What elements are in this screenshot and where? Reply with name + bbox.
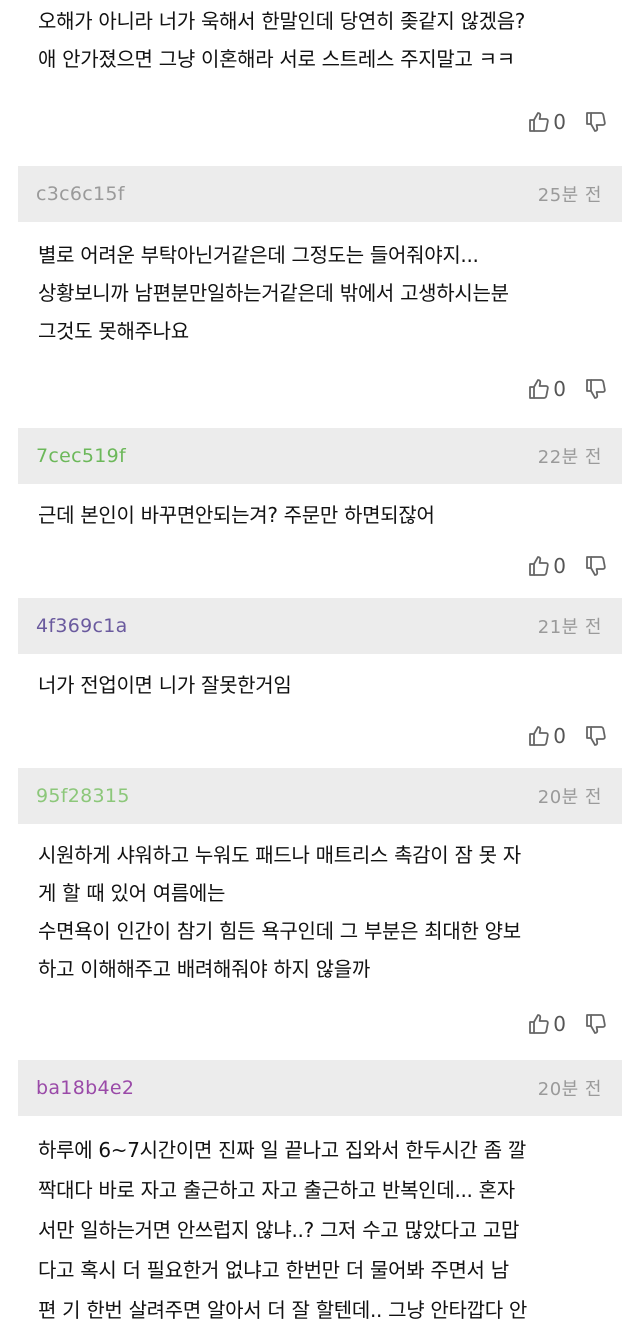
vote-row: 0	[0, 350, 640, 428]
comment-line: 하루에 6~7시간이면 진짜 일 끝나고 집와서 한두시간 좀 깔	[38, 1138, 526, 1162]
comment-line: 서만 일하는거면 안쓰럽지 않냐..? 그저 수고 많았다고 고맙	[38, 1218, 520, 1242]
thumbs-up-icon	[529, 1014, 549, 1034]
comment: 7cec519f 22분 전 근데 본인이 바꾸면안되는겨? 주문만 하면되잖어…	[0, 428, 640, 598]
comment-line: 게 할 때 있어 여름에는	[38, 881, 226, 905]
like-count: 0	[553, 554, 566, 578]
like-button[interactable]: 0	[527, 110, 584, 134]
comment-header: 4f369c1a 21분 전	[18, 598, 622, 654]
user-id: ba18b4e2	[36, 1077, 135, 1099]
comment: c3c6c15f 25분 전 별로 어려운 부탁아닌거같은데 그정도는 들어줘야…	[0, 166, 640, 428]
comment-line: 하고 이해해주고 배려해줘야 하지 않을까	[38, 957, 370, 981]
like-button[interactable]: 0	[527, 724, 584, 748]
comment-line: 다고 혹시 더 필요한거 없냐고 한번만 더 물어봐 주면서 남	[38, 1258, 509, 1282]
thumbs-up-icon	[529, 112, 549, 132]
timestamp: 25분 전	[537, 185, 602, 206]
user-id: 4f369c1a	[36, 615, 128, 637]
comment: 95f28315 20분 전 시원하게 샤워하고 누워도 패드나 매트리스 촉감…	[0, 768, 640, 1060]
vote-row: 0	[0, 988, 640, 1060]
thumbs-up-icon	[529, 379, 549, 399]
comment-text: 너가 전업이면 니가 잘못한거임	[0, 654, 640, 704]
vote-row: 0	[0, 78, 640, 166]
comment-line: 근데 본인이 바꾸면안되는겨? 주문만 하면되잖어	[38, 503, 435, 527]
comment: 오해가 아니라 너가 욱해서 한말인데 당연히 좆같지 않겠음? 애 안가졌으면…	[0, 0, 640, 166]
comment-line: 애 안가졌으면 그냥 이혼해라 서로 스트레스 주지말고 ㅋㅋ	[38, 47, 515, 71]
timestamp: 20분 전	[537, 787, 602, 808]
vote-row: 0	[0, 534, 640, 598]
comment-line: 수면욕이 인간이 참기 힘든 욕구인데 그 부분은 최대한 양보	[38, 919, 521, 943]
user-id: 7cec519f	[36, 445, 127, 467]
comment-text: 근데 본인이 바꾸면안되는겨? 주문만 하면되잖어	[0, 484, 640, 534]
timestamp: 20분 전	[537, 1079, 602, 1100]
like-button[interactable]: 0	[527, 1012, 584, 1036]
comment: ba18b4e2 20분 전 하루에 6~7시간이면 진짜 일 끝나고 집와서 …	[0, 1060, 640, 1330]
user-id: c3c6c15f	[36, 183, 125, 205]
like-count: 0	[553, 1012, 566, 1036]
comment-line: 편 기 한번 살려주면 알아서 더 잘 할텐데.. 그냥 안타깝다 안	[38, 1298, 527, 1322]
dislike-button[interactable]	[584, 1012, 608, 1036]
comment-text: 하루에 6~7시간이면 진짜 일 끝나고 집와서 한두시간 좀 깔 짝대다 바로…	[0, 1116, 640, 1330]
thumbs-down-icon	[586, 379, 606, 399]
comment-line: 짝대다 바로 자고 출근하고 자고 출근하고 반복인데... 혼자	[38, 1178, 515, 1202]
thumbs-up-icon	[529, 556, 549, 576]
dislike-button[interactable]	[584, 110, 608, 134]
dislike-button[interactable]	[584, 377, 608, 401]
like-count: 0	[553, 110, 566, 134]
comment-line: 너가 전업이면 니가 잘못한거임	[38, 673, 292, 697]
comment-header: ba18b4e2 20분 전	[18, 1060, 622, 1116]
thumbs-down-icon	[586, 112, 606, 132]
dislike-button[interactable]	[584, 724, 608, 748]
like-button[interactable]: 0	[527, 377, 584, 401]
comment-text: 별로 어려운 부탁아닌거같은데 그정도는 들어줘야지... 상황보니까 남편분만…	[0, 222, 640, 350]
timestamp: 21분 전	[537, 617, 602, 638]
comment-header: c3c6c15f 25분 전	[18, 166, 622, 222]
comment-line: 그것도 못해주나요	[38, 319, 189, 343]
comment-text: 시원하게 샤워하고 누워도 패드나 매트리스 촉감이 잠 못 자 게 할 때 있…	[0, 824, 640, 988]
thumbs-down-icon	[586, 556, 606, 576]
timestamp: 22분 전	[537, 447, 602, 468]
comment-line: 오해가 아니라 너가 욱해서 한말인데 당연히 좆같지 않겠음?	[38, 9, 526, 33]
vote-row: 0	[0, 704, 640, 768]
thumbs-down-icon	[586, 1014, 606, 1034]
like-count: 0	[553, 724, 566, 748]
comment: 4f369c1a 21분 전 너가 전업이면 니가 잘못한거임 0	[0, 598, 640, 768]
comment-line: 시원하게 샤워하고 누워도 패드나 매트리스 촉감이 잠 못 자	[38, 843, 521, 867]
user-id: 95f28315	[36, 785, 130, 807]
like-button[interactable]: 0	[527, 554, 584, 578]
thumbs-up-icon	[529, 726, 549, 746]
thumbs-down-icon	[586, 726, 606, 746]
comment-text: 오해가 아니라 너가 욱해서 한말인데 당연히 좆같지 않겠음? 애 안가졌으면…	[0, 2, 640, 78]
like-count: 0	[553, 377, 566, 401]
comment-line: 별로 어려운 부탁아닌거같은데 그정도는 들어줘야지...	[38, 243, 479, 267]
comment-header: 95f28315 20분 전	[18, 768, 622, 824]
comment-header: 7cec519f 22분 전	[18, 428, 622, 484]
dislike-button[interactable]	[584, 554, 608, 578]
comment-list: 오해가 아니라 너가 욱해서 한말인데 당연히 좆같지 않겠음? 애 안가졌으면…	[0, 0, 640, 1322]
comment-line: 상황보니까 남편분만일하는거같은데 밖에서 고생하시는분	[38, 281, 509, 305]
